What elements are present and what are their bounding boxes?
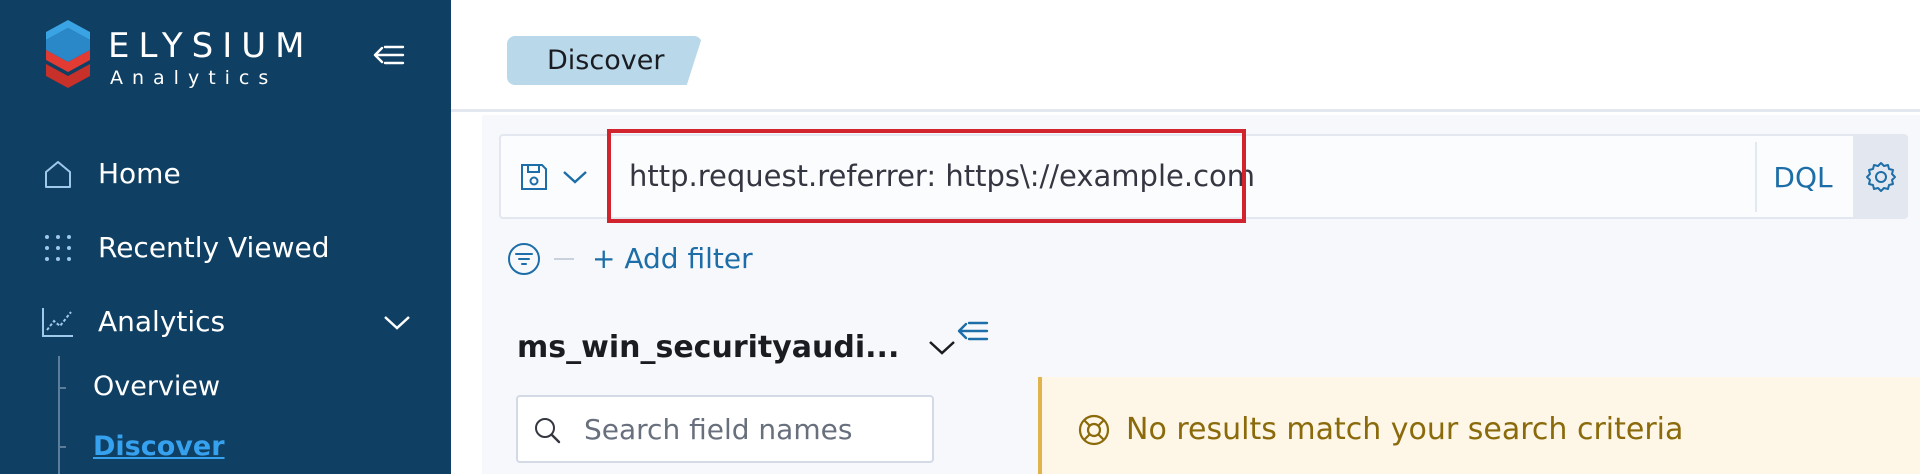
- tree-connector: [58, 356, 60, 474]
- add-filter-button[interactable]: + Add filter: [592, 242, 753, 276]
- collapse-sidebar-button[interactable]: [372, 38, 406, 72]
- sidebar-item-recently-viewed[interactable]: Recently Viewed: [38, 224, 329, 272]
- callout-content: No results match your search criteria: [1076, 410, 1683, 450]
- analytics-expand-toggle[interactable]: [380, 306, 414, 340]
- tree-tick: [58, 387, 66, 389]
- sidebar-subitem-overview[interactable]: Overview: [93, 370, 220, 404]
- filter-bar: + Add filter: [506, 239, 753, 279]
- collapse-panel-button[interactable]: [955, 313, 991, 349]
- sidebar-item-label: Home: [98, 157, 181, 190]
- help-lifebuoy-icon: [1076, 412, 1112, 448]
- filter-separator: [554, 258, 574, 260]
- filter-options-icon[interactable]: [506, 241, 542, 277]
- no-results-callout: No results match your search criteria: [1038, 377, 1920, 474]
- query-highlight-box: [607, 129, 1246, 223]
- collapse-left-icon: [373, 45, 405, 65]
- gear-icon: [1865, 161, 1896, 192]
- chevron-down-icon: [562, 170, 587, 184]
- field-search-box: [516, 395, 934, 463]
- logo-subtitle: Analytics: [110, 67, 278, 89]
- elysium-logo-icon: [46, 20, 90, 88]
- home-icon: [38, 154, 78, 194]
- breadcrumb[interactable]: Discover: [507, 36, 703, 85]
- tree-tick: [58, 446, 66, 448]
- index-pattern-selector[interactable]: ms_win_securityaudi...: [517, 320, 959, 376]
- chevron-down-icon: [384, 316, 410, 330]
- logo-wordmark: ELYSIUM: [108, 26, 314, 66]
- search-icon: [530, 413, 564, 447]
- sidebar-item-home[interactable]: Home: [38, 150, 181, 198]
- sidebar-item-label: Analytics: [98, 305, 226, 338]
- grid-dots-icon: [38, 228, 78, 268]
- collapse-left-icon: [957, 321, 989, 341]
- callout-message: No results match your search criteria: [1126, 412, 1684, 447]
- save-icon: [520, 163, 547, 190]
- sidebar-item-analytics[interactable]: Analytics: [38, 298, 225, 346]
- sidebar: ELYSIUM Analytics Home Recently Viewed A…: [0, 0, 451, 474]
- query-language-button[interactable]: DQL: [1767, 148, 1839, 206]
- logo: ELYSIUM Analytics: [40, 20, 305, 100]
- index-pattern-name: ms_win_securityaudi...: [517, 330, 900, 365]
- saved-query-menu-button[interactable]: [501, 136, 604, 217]
- line-chart-icon: [38, 302, 78, 342]
- divider: [1755, 142, 1757, 212]
- field-search-input[interactable]: [574, 397, 924, 461]
- sidebar-item-label: Recently Viewed: [98, 231, 330, 264]
- settings-button[interactable]: [1853, 136, 1908, 217]
- page-header: Discover: [451, 0, 1920, 112]
- sidebar-subitem-discover[interactable]: Discover: [93, 430, 225, 464]
